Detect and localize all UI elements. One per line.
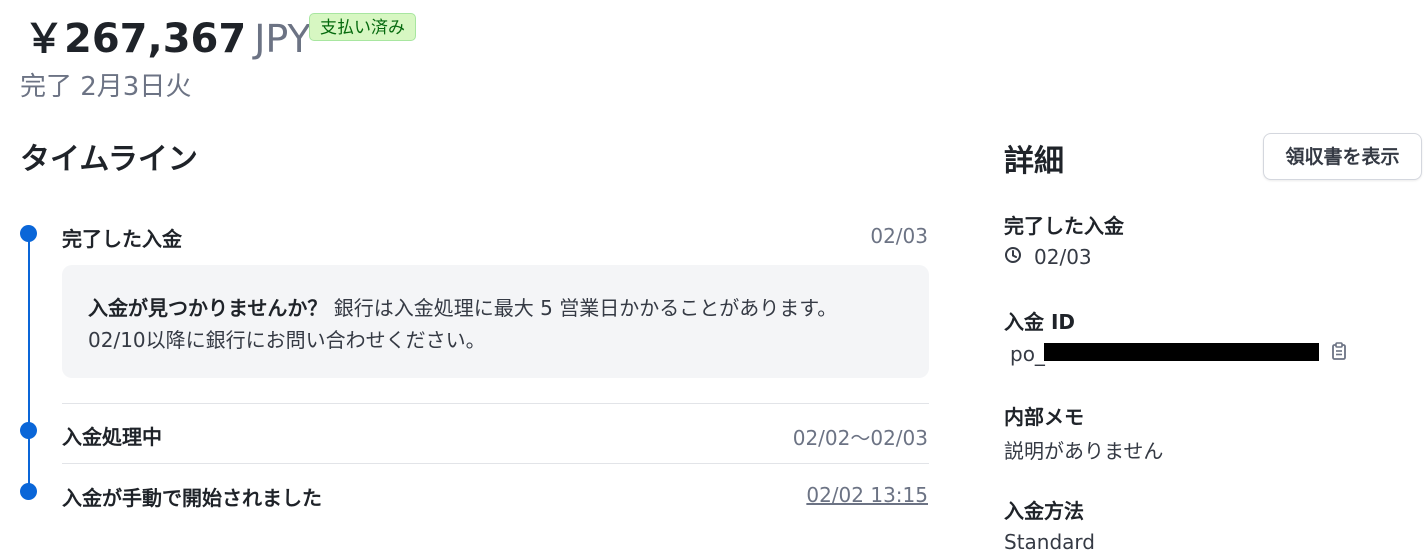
timeline-event-date: 02/02〜02/03 [792, 426, 928, 450]
timeline-dot [20, 483, 37, 500]
divider [62, 403, 929, 404]
notice-heading: 入金が見つかりませんか？ [88, 296, 328, 320]
payout-amount: ￥267,367 JPY [24, 6, 311, 64]
timeline-dot [20, 422, 37, 439]
copy-icon[interactable] [1330, 342, 1348, 361]
timeline-dot [20, 225, 37, 242]
completed-date: 完了 2月3日火 [20, 72, 192, 102]
timeline-event-title: 入金処理中 [62, 425, 162, 449]
missing-payout-notice: 入金が見つかりませんか？ 銀行は入金処理に最大 5 営業日かかることがあります。… [62, 265, 929, 378]
details-title: 詳細 [1004, 144, 1064, 179]
notice-text-line2: 02/10以降に銀行にお問い合わせください。 [88, 328, 486, 352]
amount-value: ￥267,367 [24, 16, 247, 62]
timeline-event-date-link[interactable]: 02/02 13:15 [806, 483, 928, 507]
timeline-event-title: 完了した入金 [62, 227, 182, 251]
completed-label: 完了した入金 [1004, 214, 1124, 238]
timeline-title: タイムライン [20, 142, 198, 177]
clock-icon [1005, 247, 1021, 263]
completed-value: 02/03 [1034, 245, 1092, 269]
view-receipt-button[interactable]: 領収書を表示 [1263, 133, 1422, 180]
status-badge: 支払い済み [309, 13, 416, 41]
payout-id-value: po_ [1010, 342, 1045, 366]
payout-method-value: Standard [1004, 530, 1095, 554]
payout-id-label: 入金 ID [1004, 310, 1076, 334]
divider [62, 463, 929, 464]
payout-method-label: 入金方法 [1004, 499, 1084, 523]
amount-currency: JPY [254, 17, 311, 61]
memo-value: 説明がありません [1004, 439, 1164, 463]
notice-text: 銀行は入金処理に最大 5 営業日かかることがあります。 [327, 296, 838, 320]
memo-label: 内部メモ [1004, 405, 1084, 429]
timeline-event-title: 入金が手動で開始されました [62, 486, 322, 510]
timeline-line [28, 234, 30, 492]
redacted-payout-id [1044, 343, 1319, 361]
timeline-event-date: 02/03 [870, 224, 928, 248]
